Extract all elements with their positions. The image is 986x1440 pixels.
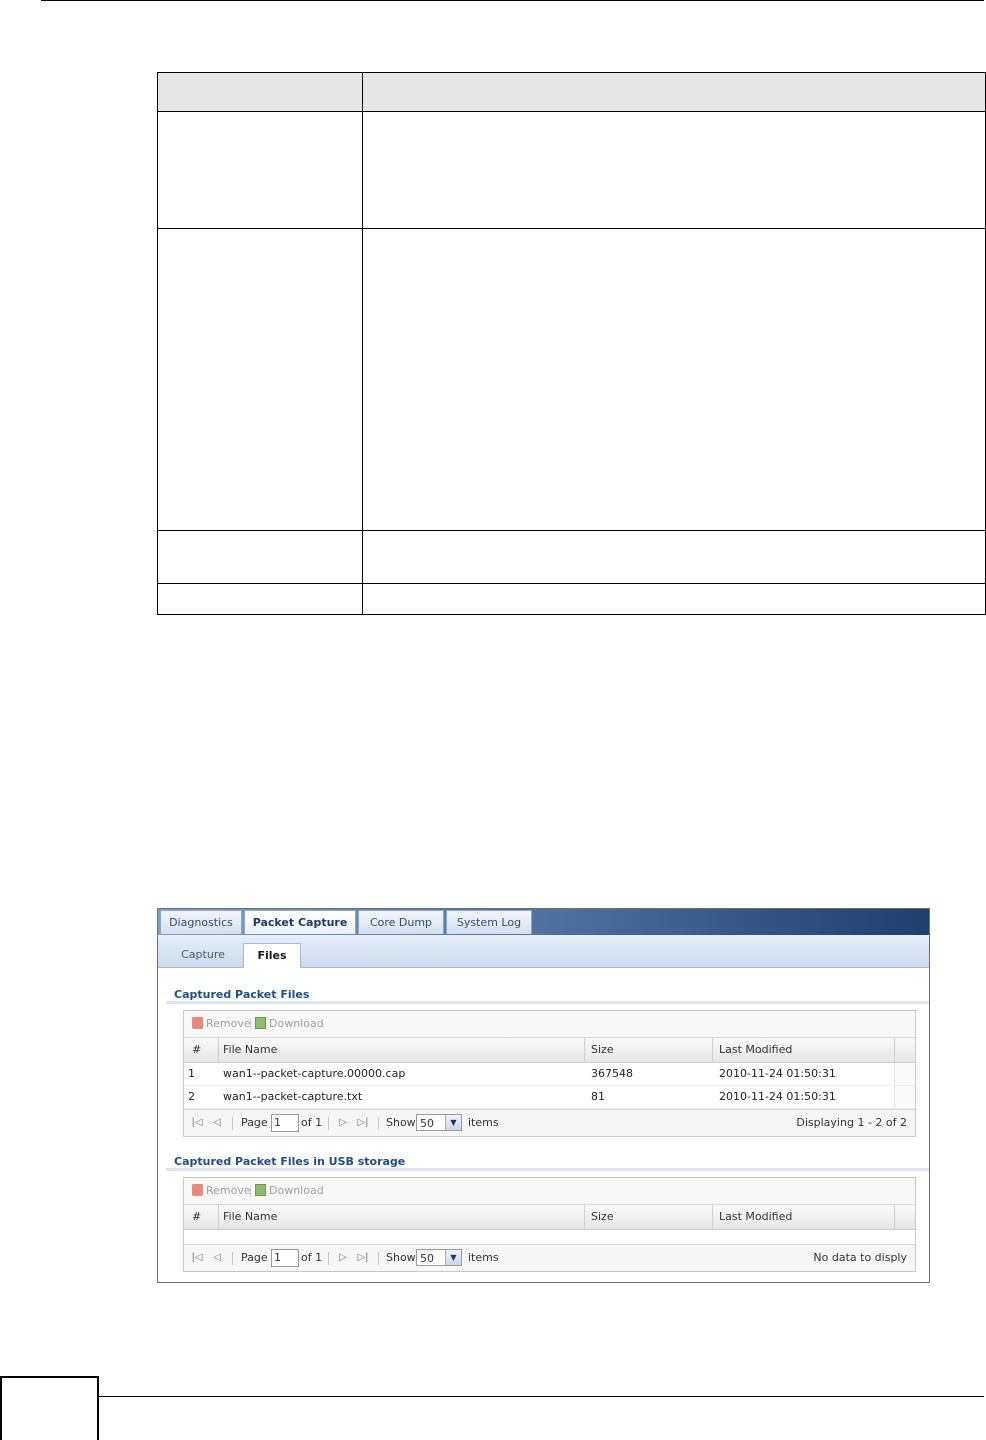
- download-button[interactable]: Download: [255, 1183, 324, 1199]
- column-header-number[interactable]: #: [188, 1038, 218, 1062]
- packet-capture-files-screen: Diagnostics Packet Capture Core Dump Sys…: [157, 908, 930, 1283]
- table-row[interactable]: 2 wan1--packet-capture.txt 81 2010-11-24…: [184, 1086, 915, 1109]
- page-count-label: of 1: [301, 1251, 323, 1264]
- section-title: Captured Packet Files in USB storage: [174, 1155, 406, 1168]
- toolbar: Remove Download: [184, 1011, 915, 1038]
- chevron-down-icon: ▼: [445, 1250, 461, 1265]
- captured-files-panel: Remove Download # File Name Size Last Mo…: [183, 1010, 916, 1137]
- header-rule: [41, 0, 984, 1]
- table-row[interactable]: 1 wan1--packet-capture.00000.cap 367548 …: [184, 1063, 915, 1086]
- table-row: [157, 530, 986, 584]
- grid-header: # File Name Size Last Modified: [184, 1038, 915, 1063]
- main-tab-bar: Diagnostics Packet Capture Core Dump Sys…: [158, 909, 929, 935]
- prev-page-icon[interactable]: ◁: [211, 1117, 223, 1129]
- section-title: Captured Packet Files: [174, 988, 310, 1001]
- page-label: Page: [241, 1251, 268, 1264]
- table-row: [157, 228, 986, 531]
- no-data-status: No data to disply: [813, 1251, 907, 1264]
- page-number-input[interactable]: 1: [271, 1114, 299, 1132]
- grid-body-empty: [184, 1230, 915, 1244]
- tab-diagnostics[interactable]: Diagnostics: [160, 910, 242, 934]
- table-row: [157, 583, 986, 615]
- toolbar: Remove Download: [184, 1178, 915, 1205]
- page-size-value: 50: [420, 1252, 434, 1265]
- row-file-name: wan1--packet-capture.txt: [223, 1090, 363, 1103]
- download-label: Download: [269, 1184, 324, 1197]
- chevron-down-icon: ▼: [445, 1115, 461, 1130]
- tab-system-log[interactable]: System Log: [446, 910, 532, 934]
- row-last-modified: 2010-11-24 01:50:31: [719, 1067, 836, 1080]
- trash-icon: [192, 1184, 203, 1196]
- items-label: items: [468, 1251, 499, 1264]
- table-header-cell: [157, 72, 363, 112]
- prev-page-icon[interactable]: ◁: [211, 1252, 223, 1264]
- row-size: 367548: [591, 1067, 633, 1080]
- sub-tab-bar: Capture Files: [158, 935, 929, 968]
- pagination-bar: |◁ ◁ Page 1 of 1 ▷ ▷| Show 50 ▼ items Dis…: [184, 1109, 915, 1136]
- column-header-file-name[interactable]: File Name: [219, 1038, 584, 1062]
- subtab-files[interactable]: Files: [243, 943, 301, 968]
- remove-label: Remove: [206, 1184, 251, 1197]
- pagination-bar: |◁ ◁ Page 1 of 1 ▷ ▷| Show 50 ▼ items No …: [184, 1244, 915, 1271]
- remove-button[interactable]: Remove: [192, 1183, 251, 1199]
- remove-button[interactable]: Remove: [192, 1016, 251, 1032]
- row-number: 2: [188, 1090, 195, 1103]
- last-page-icon[interactable]: ▷|: [357, 1252, 369, 1264]
- page-size-value: 50: [420, 1117, 434, 1130]
- row-size: 81: [591, 1090, 605, 1103]
- column-header-size[interactable]: Size: [587, 1038, 712, 1062]
- table-header-cell: [362, 72, 986, 112]
- row-last-modified: 2010-11-24 01:50:31: [719, 1090, 836, 1103]
- first-page-icon[interactable]: |◁: [191, 1252, 203, 1264]
- subtab-capture[interactable]: Capture: [168, 943, 238, 967]
- footer-rule: [99, 1396, 984, 1397]
- show-label: Show: [386, 1251, 416, 1264]
- page-label: Page: [241, 1116, 268, 1129]
- page-count-label: of 1: [301, 1116, 323, 1129]
- page-number-box: [0, 1376, 99, 1440]
- section-divider: [166, 1168, 929, 1171]
- column-header-size[interactable]: Size: [587, 1205, 712, 1229]
- column-header-last-modified[interactable]: Last Modified: [715, 1205, 893, 1229]
- items-label: items: [468, 1116, 499, 1129]
- column-header-file-name[interactable]: File Name: [219, 1205, 584, 1229]
- grid-header: # File Name Size Last Modified: [184, 1205, 915, 1230]
- toolbar-divider: [250, 1185, 251, 1197]
- table-row: [157, 111, 986, 229]
- last-page-icon[interactable]: ▷|: [357, 1117, 369, 1129]
- trash-icon: [192, 1017, 203, 1029]
- usb-files-panel: Remove Download # File Name Size Last Mo…: [183, 1177, 916, 1272]
- row-number: 1: [188, 1067, 195, 1080]
- page-size-select[interactable]: 50 ▼: [416, 1249, 462, 1266]
- field-description-table: [157, 72, 986, 615]
- tab-packet-capture[interactable]: Packet Capture: [244, 910, 356, 934]
- toolbar-divider: [250, 1018, 251, 1030]
- page-size-select[interactable]: 50 ▼: [416, 1114, 462, 1131]
- show-label: Show: [386, 1116, 416, 1129]
- download-label: Download: [269, 1017, 324, 1030]
- page-number-input[interactable]: 1: [271, 1249, 299, 1267]
- first-page-icon[interactable]: |◁: [191, 1117, 203, 1129]
- download-button[interactable]: Download: [255, 1016, 324, 1032]
- disk-icon: [255, 1184, 266, 1196]
- displaying-status: Displaying 1 - 2 of 2: [796, 1116, 907, 1129]
- remove-label: Remove: [206, 1017, 251, 1030]
- next-page-icon[interactable]: ▷: [337, 1252, 349, 1264]
- row-file-name: wan1--packet-capture.00000.cap: [223, 1067, 406, 1080]
- disk-icon: [255, 1017, 266, 1029]
- grid-body: 1 wan1--packet-capture.00000.cap 367548 …: [184, 1063, 915, 1109]
- tab-core-dump[interactable]: Core Dump: [358, 910, 444, 934]
- next-page-icon[interactable]: ▷: [337, 1117, 349, 1129]
- section-divider: [166, 1001, 929, 1004]
- column-header-last-modified[interactable]: Last Modified: [715, 1038, 893, 1062]
- table-header-row: [157, 72, 986, 112]
- column-header-number[interactable]: #: [188, 1205, 218, 1229]
